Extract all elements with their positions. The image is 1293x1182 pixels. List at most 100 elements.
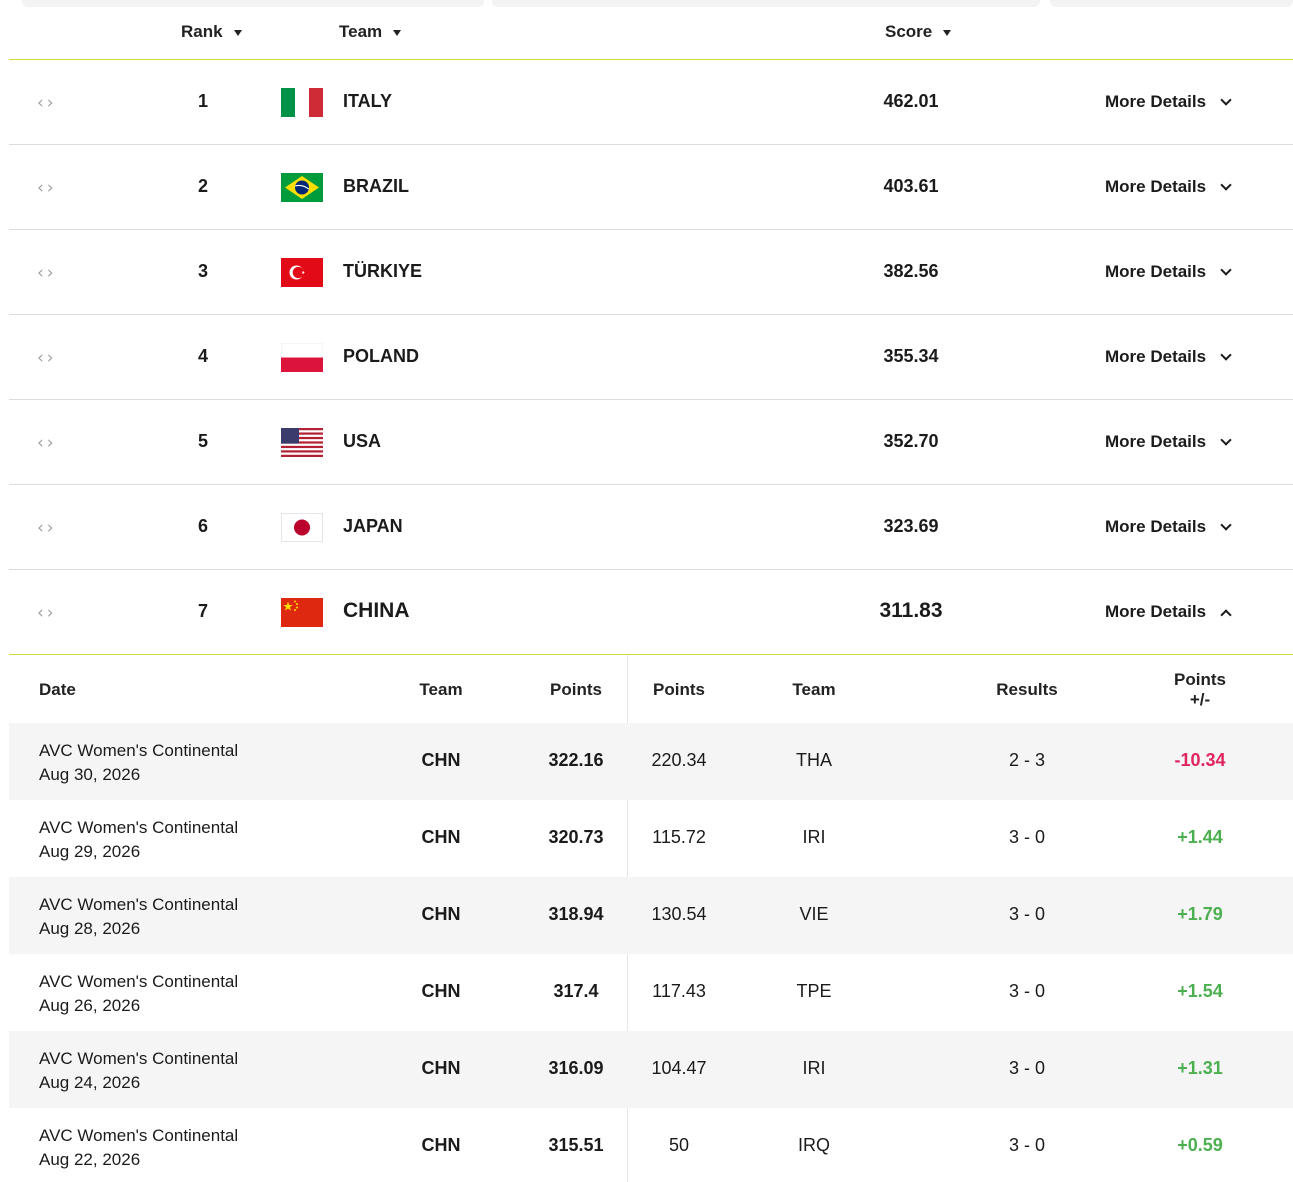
top-tab-3[interactable] xyxy=(1050,0,1293,7)
team-name[interactable]: ITALY xyxy=(343,91,392,112)
event-name: AVC Women's Continental xyxy=(39,818,239,837)
team-points: 322.16 xyxy=(548,750,604,770)
opponent-team-code: TPE xyxy=(796,981,832,1001)
opponent-points: 130.54 xyxy=(651,904,707,924)
more-details-label: More Details xyxy=(1105,92,1207,111)
team-score: 311.83 xyxy=(879,599,943,622)
team-score: 462.01 xyxy=(883,91,939,111)
match-result: 3 - 0 xyxy=(1008,1135,1046,1155)
chevron-down-icon xyxy=(1220,518,1232,531)
more-details-button[interactable]: More Details xyxy=(1105,432,1232,452)
more-details-button[interactable]: More Details xyxy=(1105,92,1232,112)
top-tab-2[interactable] xyxy=(492,0,1040,7)
match-details-panel: Date Team Points Points Team Results Poi… xyxy=(9,655,1293,1182)
match-event: AVC Women's Continental Aug 30, 2026 xyxy=(39,739,238,787)
score-column-header[interactable]: Score xyxy=(885,22,952,42)
match-result: 2 - 3 xyxy=(1008,750,1046,770)
points-change-header-line2: +/- xyxy=(1189,690,1211,709)
team-column-header[interactable]: Team xyxy=(339,22,402,42)
drag-handle-icon[interactable]: ‹› xyxy=(37,93,57,113)
more-details-label: More Details xyxy=(1105,517,1207,536)
opponent-team-code: IRI xyxy=(802,827,826,847)
japan-flag-icon xyxy=(281,513,323,542)
team-score: 382.56 xyxy=(883,261,939,281)
drag-handle-icon[interactable]: ‹› xyxy=(37,603,57,623)
more-details-button[interactable]: More Details xyxy=(1105,177,1232,197)
rank-number: 3 xyxy=(197,261,208,281)
drag-handle-icon[interactable]: ‹› xyxy=(37,518,57,538)
match-date: Aug 29, 2026 xyxy=(39,842,141,861)
ranking-row-italy: ‹› 1 ITALY 462.01 More Details xyxy=(9,60,1293,145)
italy-flag-icon xyxy=(281,88,323,117)
team-points: 318.94 xyxy=(548,904,604,924)
event-name: AVC Women's Continental xyxy=(39,741,239,760)
rank-number: 1 xyxy=(197,91,208,111)
rank-column-header[interactable]: Rank xyxy=(181,22,242,42)
team-code: CHN xyxy=(421,750,461,770)
team-points: 316.09 xyxy=(548,1058,604,1078)
more-details-label: More Details xyxy=(1105,177,1207,196)
top-tab-strip xyxy=(0,0,1293,8)
turkiye-flag-icon xyxy=(281,258,323,287)
more-details-button[interactable]: More Details xyxy=(1105,262,1232,282)
opponent-points: 115.72 xyxy=(652,827,706,847)
opponent-team-column-header: Team xyxy=(792,680,836,699)
team-name[interactable]: BRAZIL xyxy=(343,176,409,197)
match-date: Aug 28, 2026 xyxy=(39,919,141,938)
sort-caret-icon xyxy=(233,30,242,36)
match-date: Aug 24, 2026 xyxy=(39,1073,141,1092)
rank-header-label: Rank xyxy=(181,22,223,41)
sort-caret-icon xyxy=(393,30,402,36)
drag-handle-icon[interactable]: ‹› xyxy=(37,433,57,453)
more-details-button[interactable]: More Details xyxy=(1105,347,1232,367)
team-points: 315.51 xyxy=(548,1135,604,1155)
usa-flag-icon xyxy=(281,428,323,457)
points-change: +0.59 xyxy=(1177,1135,1223,1155)
match-date: Aug 26, 2026 xyxy=(39,996,141,1015)
top-tab-1[interactable] xyxy=(22,0,484,7)
event-name: AVC Women's Continental xyxy=(39,1049,239,1068)
opponent-points: 117.43 xyxy=(652,981,706,1001)
match-event: AVC Women's Continental Aug 22, 2026 xyxy=(39,1124,238,1172)
points-change-column-header: Points +/- xyxy=(1150,670,1250,710)
rank-number: 6 xyxy=(197,516,208,536)
team-code: CHN xyxy=(421,1135,461,1155)
team-name[interactable]: POLAND xyxy=(343,346,419,367)
team-score: 355.34 xyxy=(883,346,939,366)
match-row: AVC Women's Continental Aug 22, 2026 CHN 31… xyxy=(9,1108,1293,1182)
team-name[interactable]: CHINA xyxy=(343,599,410,623)
match-event: AVC Women's Continental Aug 28, 2026 xyxy=(39,893,238,941)
drag-handle-icon[interactable]: ‹› xyxy=(37,263,57,283)
opponent-points: 220.34 xyxy=(651,750,707,770)
team-code: CHN xyxy=(421,904,461,924)
opponent-team-code: THA xyxy=(796,750,832,770)
results-column-header: Results xyxy=(996,680,1058,699)
team-name[interactable]: JAPAN xyxy=(343,516,403,537)
team-name[interactable]: TÜRKIYE xyxy=(343,261,422,282)
team-code: CHN xyxy=(421,981,461,1001)
more-details-label: More Details xyxy=(1105,432,1207,451)
team-score: 323.69 xyxy=(883,516,939,536)
drag-handle-icon[interactable]: ‹› xyxy=(37,348,57,368)
points-change: +1.79 xyxy=(1177,904,1223,924)
event-name: AVC Women's Continental xyxy=(39,1126,239,1145)
drag-handle-icon[interactable]: ‹› xyxy=(37,178,57,198)
rank-number: 2 xyxy=(197,176,208,196)
team-score: 403.61 xyxy=(883,176,939,196)
match-result: 3 - 0 xyxy=(1008,1058,1046,1078)
points-column-header: Points xyxy=(550,680,602,699)
sort-caret-icon xyxy=(943,30,952,36)
team-name[interactable]: USA xyxy=(343,431,381,452)
chevron-down-icon xyxy=(1220,433,1232,446)
opponent-team-code: IRQ xyxy=(797,1135,830,1155)
team-code: CHN xyxy=(421,1058,461,1078)
chevron-down-icon xyxy=(1220,348,1232,361)
rank-number: 7 xyxy=(197,601,208,621)
ranking-row-poland: ‹› 4 POLAND 355.34 More Details xyxy=(9,315,1293,400)
ranking-row-china: ‹› 7 CHINA 311.83 More Details xyxy=(9,570,1293,655)
event-name: AVC Women's Continental xyxy=(39,895,239,914)
opponent-team-code: IRI xyxy=(802,1058,826,1078)
more-details-button[interactable]: More Details xyxy=(1105,602,1232,622)
team-header-label: Team xyxy=(339,22,383,41)
more-details-button[interactable]: More Details xyxy=(1105,517,1232,537)
